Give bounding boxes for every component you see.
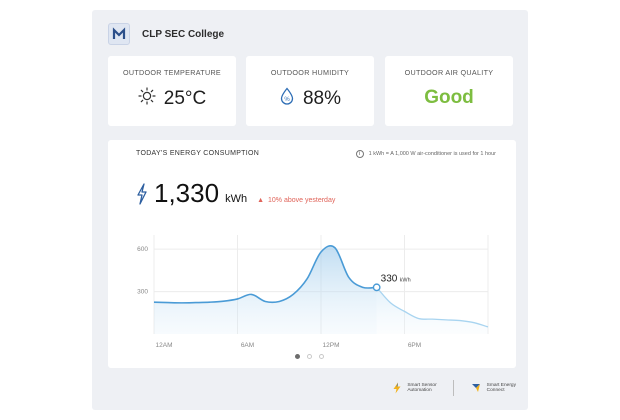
app-title: CLP SEC College (142, 28, 225, 40)
brand2-line2: Connect (486, 388, 505, 393)
energy-chart: 300 600 12AM 6AM 12PM 6PM 330 kWh (137, 235, 489, 349)
svg-text:%: % (284, 97, 290, 103)
pager-dot-3[interactable] (319, 354, 324, 359)
series-area-1 (376, 287, 488, 334)
x-tick-label: 12PM (323, 342, 340, 349)
pager-dot-1[interactable] (295, 354, 300, 359)
x-tick-label: 12AM (156, 342, 173, 349)
x-tick-label: 6AM (241, 342, 254, 349)
header: CLP SEC College (108, 22, 224, 46)
sun-icon (138, 87, 156, 110)
energy-connect-icon (471, 384, 480, 392)
smart-sensor-brand: Smart Sensor Automation (392, 382, 437, 394)
humidity-label: OUTDOOR HUMIDITY (270, 68, 350, 77)
x-tick-label: 6PM (408, 342, 421, 349)
temperature-label: OUTDOOR TEMPERATURE (122, 68, 222, 77)
air-quality-card: OUTDOOR AIR QUALITY Good (385, 56, 513, 126)
smart-energy-brand: Smart Energy Connect (470, 382, 516, 394)
y-tick-label: 600 (137, 246, 148, 253)
highlight-point (372, 283, 381, 292)
brand1-line2: Automation (407, 388, 432, 393)
dashboard-frame: CLP SEC College OUTDOOR TEMPERATURE 25°C… (92, 10, 528, 410)
series-area-0 (154, 245, 377, 334)
air-quality-value: Good (424, 87, 474, 108)
air-quality-label: OUTDOOR AIR QUALITY (404, 68, 494, 77)
pager-dot-2[interactable] (307, 354, 312, 359)
highlight-unit: kWh (400, 277, 411, 283)
sensor-bolt-icon (393, 382, 401, 394)
college-logo (108, 23, 130, 45)
highlight-label: 330 (381, 273, 398, 284)
y-tick-label: 300 (137, 289, 148, 296)
humidity-card: OUTDOOR HUMIDITY % 88% (246, 56, 374, 126)
humidity-drop-icon: % (279, 87, 295, 110)
energy-card: TODAY'S ENERGY CONSUMPTION i 1 kWh = A 1… (108, 140, 516, 368)
pager (295, 354, 324, 359)
humidity-value: 88% (302, 87, 342, 109)
temperature-value: 25°C (163, 87, 207, 109)
footer: Smart Sensor Automation Smart Energy Con… (392, 380, 516, 396)
temperature-card: OUTDOOR TEMPERATURE 25°C (108, 56, 236, 126)
footer-divider (452, 380, 454, 396)
